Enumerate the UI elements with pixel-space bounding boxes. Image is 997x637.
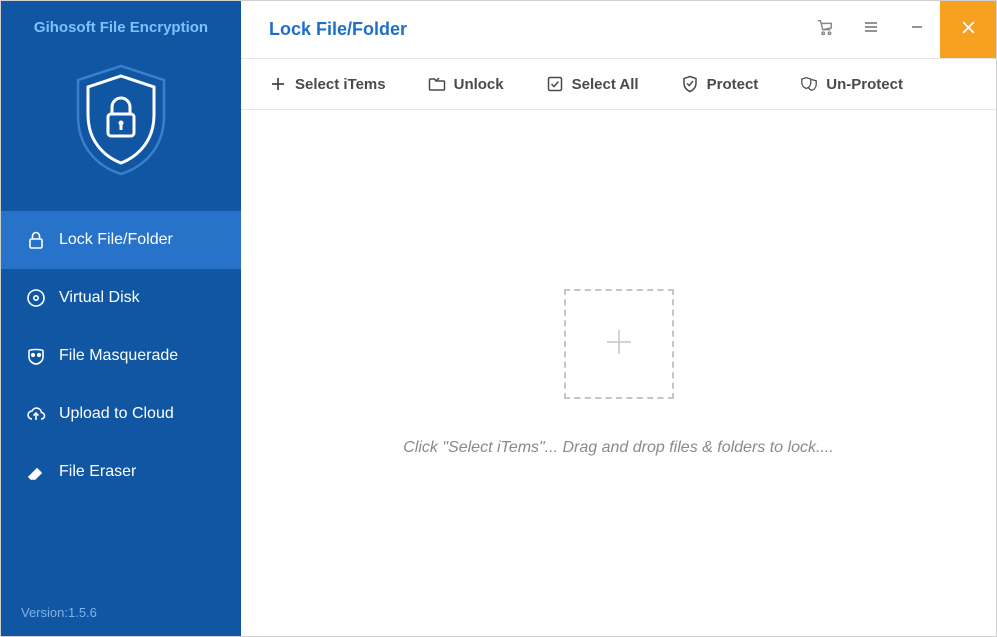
protect-button[interactable]: Protect xyxy=(681,75,759,93)
select-all-button[interactable]: Select All xyxy=(546,75,639,93)
minimize-icon xyxy=(910,20,924,39)
plus-icon xyxy=(269,75,287,93)
sidebar-item-label: File Eraser xyxy=(59,463,136,481)
shield-lock-icon xyxy=(66,60,176,185)
cloud-upload-icon xyxy=(25,403,47,425)
toolbar-label: Select All xyxy=(572,76,639,93)
select-all-icon xyxy=(546,75,564,93)
close-button[interactable] xyxy=(940,1,996,58)
shield-check-icon xyxy=(681,75,699,93)
eraser-icon xyxy=(25,461,47,483)
sidebar-item-label: Virtual Disk xyxy=(59,289,140,307)
sidebar-nav: Lock File/Folder Virtual Disk xyxy=(1,211,241,501)
lock-icon xyxy=(25,229,47,251)
app-title: Gihosoft File Encryption xyxy=(1,1,241,42)
close-icon xyxy=(961,20,976,40)
sidebar-item-file-masquerade[interactable]: File Masquerade xyxy=(1,327,241,385)
select-items-button[interactable]: Select iTems xyxy=(269,75,386,93)
window-controls xyxy=(802,1,996,58)
app-logo xyxy=(1,42,241,211)
unlock-button[interactable]: Unlock xyxy=(428,75,504,93)
shields-icon xyxy=(800,75,818,93)
content-area: Click "Select iTems"... Drag and drop fi… xyxy=(241,110,996,636)
sidebar-item-upload-to-cloud[interactable]: Upload to Cloud xyxy=(1,385,241,443)
disc-icon xyxy=(25,287,47,309)
cart-button[interactable] xyxy=(802,1,848,58)
sidebar-item-file-eraser[interactable]: File Eraser xyxy=(1,443,241,501)
minimize-button[interactable] xyxy=(894,1,940,58)
sidebar-item-label: File Masquerade xyxy=(59,347,178,365)
dropzone[interactable] xyxy=(564,289,674,399)
page-title: Lock File/Folder xyxy=(241,19,802,40)
sidebar: Gihosoft File Encryption xyxy=(1,1,241,636)
folder-unlock-icon xyxy=(428,75,446,93)
cart-icon xyxy=(816,18,834,41)
main-panel: Lock File/Folder xyxy=(241,1,996,636)
titlebar: Lock File/Folder xyxy=(241,1,996,59)
sidebar-item-label: Lock File/Folder xyxy=(59,231,173,249)
sidebar-item-virtual-disk[interactable]: Virtual Disk xyxy=(1,269,241,327)
toolbar: Select iTems Unlock Se xyxy=(241,59,996,110)
toolbar-label: Unlock xyxy=(454,76,504,93)
version-label: Version:1.5.6 xyxy=(1,589,241,636)
toolbar-label: Un-Protect xyxy=(826,76,903,93)
unprotect-button[interactable]: Un-Protect xyxy=(800,75,903,93)
mask-icon xyxy=(25,345,47,367)
toolbar-label: Select iTems xyxy=(295,76,386,93)
plus-large-icon xyxy=(601,324,637,365)
drop-hint: Click "Select iTems"... Drag and drop fi… xyxy=(403,439,834,457)
sidebar-item-lock-file-folder[interactable]: Lock File/Folder xyxy=(1,211,241,269)
hamburger-icon xyxy=(863,19,879,40)
toolbar-label: Protect xyxy=(707,76,759,93)
sidebar-item-label: Upload to Cloud xyxy=(59,405,174,423)
menu-button[interactable] xyxy=(848,1,894,58)
